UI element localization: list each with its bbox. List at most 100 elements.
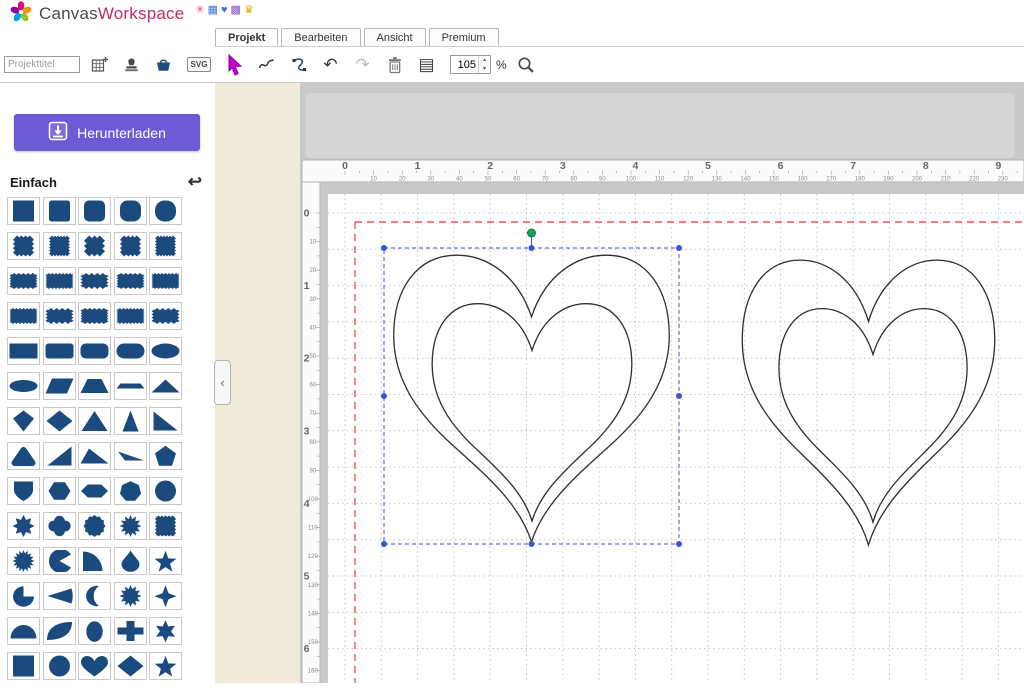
shape-rect-r1[interactable]	[43, 337, 76, 365]
shape-stamp-rect-2[interactable]	[7, 302, 40, 330]
shape-burst8[interactable]	[7, 512, 40, 540]
shape-square[interactable]	[7, 652, 40, 680]
shape-diamond[interactable]	[114, 652, 147, 680]
zoom-up-button[interactable]: ▲	[479, 56, 490, 65]
shape-burst12[interactable]	[114, 512, 147, 540]
shape-star6[interactable]	[149, 617, 182, 645]
shape-wedge[interactable]	[43, 582, 76, 610]
svg-export-button[interactable]: SVG	[183, 52, 215, 78]
shape-rect-r2[interactable]	[78, 337, 111, 365]
shape-stamp-rect-1[interactable]	[114, 267, 147, 295]
shape-square-r3[interactable]	[114, 197, 147, 225]
shape-square[interactable]	[7, 197, 40, 225]
shape-ellipse-wide[interactable]	[149, 337, 182, 365]
tab-bearbeiten[interactable]: Bearbeiten	[281, 28, 360, 46]
shape-scallop-square[interactable]	[149, 512, 182, 540]
select-tool-button[interactable]	[222, 52, 247, 78]
canvas-viewport[interactable]: 0123456789102030405060708090100110120130…	[300, 83, 1024, 683]
shape-circle[interactable]	[43, 652, 76, 680]
deco-icon: ♛	[244, 5, 254, 16]
shape-kite[interactable]	[7, 407, 40, 435]
zoom-down-button[interactable]: ▼	[479, 65, 490, 74]
delete-button[interactable]	[382, 52, 407, 78]
download-button[interactable]: Herunterladen	[14, 114, 200, 151]
shape-circle[interactable]	[149, 477, 182, 505]
selection-handle	[676, 245, 682, 251]
shape-stamp-rect-1[interactable]	[78, 302, 111, 330]
shape-burst12[interactable]	[114, 582, 147, 610]
shape-cross[interactable]	[114, 617, 147, 645]
shape-rect-r3[interactable]	[114, 337, 147, 365]
undo-button[interactable]: ↶	[318, 52, 343, 78]
shape-star5[interactable]	[149, 547, 182, 575]
shape-triangle-right[interactable]	[149, 407, 182, 435]
deco-icon: ♥	[221, 5, 228, 16]
shape-triangle-thin[interactable]	[114, 442, 147, 470]
shape-hexagon-wide[interactable]	[78, 477, 111, 505]
shape-stamp-square-2[interactable]	[149, 232, 182, 260]
zoom-input[interactable]	[451, 58, 478, 72]
shape-stamp-square-1[interactable]	[114, 232, 147, 260]
freehand-tool-button[interactable]	[254, 52, 279, 78]
shape-flower[interactable]	[43, 512, 76, 540]
shape-square-r2[interactable]	[78, 197, 111, 225]
shape-stamp-rect-2[interactable]	[114, 302, 147, 330]
shape-diamond[interactable]	[43, 407, 76, 435]
zoom-magnifier-button[interactable]	[514, 52, 539, 78]
shape-stamp-rect-3[interactable]	[43, 302, 76, 330]
shape-square-r4[interactable]	[149, 197, 182, 225]
shape-trapezoid-thin[interactable]	[114, 372, 147, 400]
shape-leaf[interactable]	[43, 617, 76, 645]
shape-stamp-rect-1[interactable]	[7, 267, 40, 295]
shape-egg[interactable]	[78, 617, 111, 645]
shape-stamp-square-3[interactable]	[78, 232, 111, 260]
shape-triangle-obtuse[interactable]	[78, 442, 111, 470]
shape-triangle[interactable]	[78, 407, 111, 435]
shape-square-r1[interactable]	[43, 197, 76, 225]
shape-pie[interactable]	[7, 582, 40, 610]
shape-burst16[interactable]	[7, 547, 40, 575]
project-title-input[interactable]	[4, 56, 80, 73]
shape-triangle-wide[interactable]	[149, 372, 182, 400]
stamp-button[interactable]	[119, 52, 144, 78]
shape-stamp-square-1[interactable]	[7, 232, 40, 260]
svg-text:40: 40	[309, 325, 316, 331]
shape-moon[interactable]	[78, 582, 111, 610]
shape-parallelogram[interactable]	[43, 372, 76, 400]
shape-pill[interactable]	[7, 372, 40, 400]
shape-trapezoid[interactable]	[78, 372, 111, 400]
shape-stamp-rect-2[interactable]	[43, 267, 76, 295]
shape-droplet[interactable]	[114, 547, 147, 575]
shape-shield[interactable]	[7, 477, 40, 505]
collapse-panel-button[interactable]: ‹	[214, 360, 231, 405]
shape-pacman[interactable]	[43, 547, 76, 575]
tab-projekt[interactable]: Projekt	[215, 28, 278, 46]
tab-ansicht[interactable]: Ansicht	[364, 28, 426, 46]
shape-stamp-square-2[interactable]	[43, 232, 76, 260]
shape-stamp-rect-3[interactable]	[78, 267, 111, 295]
tab-premium[interactable]: Premium	[429, 28, 499, 46]
svg-text:110: 110	[655, 177, 665, 183]
redo-button[interactable]: ↷	[350, 52, 375, 78]
shape-rect[interactable]	[7, 337, 40, 365]
shape-triangle-round[interactable]	[7, 442, 40, 470]
shape-triangle-tall[interactable]	[114, 407, 147, 435]
mat-settings-button[interactable]	[87, 52, 112, 78]
back-icon[interactable]: ↩	[188, 174, 202, 190]
shape-heart[interactable]	[78, 652, 111, 680]
shape-scallop-circle[interactable]	[78, 512, 111, 540]
shape-triangle-right2[interactable]	[43, 442, 76, 470]
shape-stamp-rect-3[interactable]	[149, 302, 182, 330]
svg-text:9: 9	[995, 160, 1001, 172]
shape-pentagon[interactable]	[149, 442, 182, 470]
shape-quarter-circle[interactable]	[78, 547, 111, 575]
shape-star4[interactable]	[149, 582, 182, 610]
node-edit-tool-button[interactable]	[286, 52, 311, 78]
shape-star5[interactable]	[149, 652, 182, 680]
shape-heptagon[interactable]	[114, 477, 147, 505]
basket-button[interactable]	[151, 52, 176, 78]
shape-semicircle[interactable]	[7, 617, 40, 645]
shape-stamp-rect-2[interactable]	[149, 267, 182, 295]
shape-hexagon[interactable]	[43, 477, 76, 505]
layer-list-button[interactable]: ▤	[414, 52, 439, 78]
